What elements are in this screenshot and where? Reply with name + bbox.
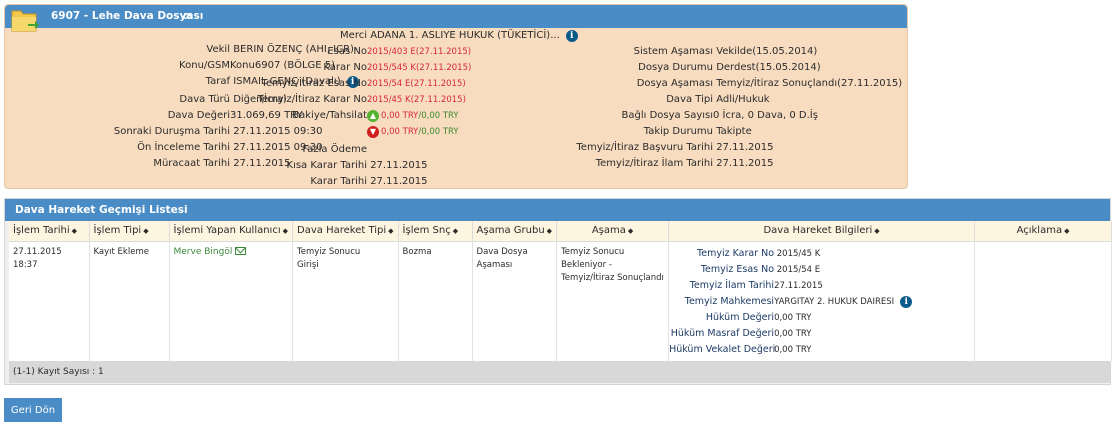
column-header[interactable]: İşlem Tipi ◆: [89, 221, 170, 242]
column-header[interactable]: Aşama ◆: [556, 221, 670, 242]
case-file-title: 6907 - Lehe Dava Dosyası: [51, 10, 204, 22]
column-header[interactable]: Açıklama ◆: [974, 221, 1112, 242]
detail-row: Temyiz Esas No 2015/54 E: [700, 263, 821, 275]
linked-files-label: Bağlı Dosya Sayısı: [621, 110, 713, 121]
sort-icon: ◆: [874, 227, 880, 236]
cell-details: Temyiz Karar No 2015/45 K Temyiz Esas No…: [668, 241, 976, 362]
file-stage-row: Dosya Aşaması Temyiz/İtiraz Sonuçlandı(2…: [5, 77, 903, 91]
file-status-label: Dosya Durumu: [638, 62, 713, 73]
linked-files-row: Bağlı Dosya Sayısı 0 İcra, 0 Dava, 0 D.İş: [5, 109, 818, 123]
case-file-panel: 6907 - Lehe Dava Dosyası Vekil BERIN ÖZE…: [4, 4, 908, 189]
appeal-application-value: 27.11.2015: [716, 142, 774, 153]
sort-icon: ◆: [452, 227, 459, 236]
column-header[interactable]: İşlem Snç ◆: [398, 221, 473, 242]
history-table: İşlem Tarihi ◆ İşlem Tipi ◆ İşlemi Yapan K…: [9, 221, 1112, 362]
sort-icon: ◆: [71, 227, 77, 236]
sort-icon: ◆: [143, 227, 149, 236]
detail-row: Hüküm Vekalet Değeri 0,00 TRY: [669, 343, 812, 355]
link-icon[interactable]: [183, 11, 193, 21]
info-icon[interactable]: i: [900, 295, 913, 308]
table-row[interactable]: 27.11.2015 18:37 Kayıt Ekleme Merve Bingö…: [9, 241, 1112, 362]
column-header[interactable]: İşlem Tarihi ◆: [9, 221, 90, 242]
file-status-row: Dosya Durumu Derdest(15.05.2014): [5, 61, 821, 75]
court-label: Merci: [340, 30, 367, 41]
cell-stage-group: Dava Dosya Aşaması: [472, 241, 558, 362]
sort-icon: ◆: [1064, 227, 1070, 236]
sort-icon: ◆: [546, 227, 553, 236]
detail-row: Hüküm Değeri 0,00 TRY: [705, 311, 812, 323]
cell-type: Kayıt Ekleme: [89, 241, 170, 362]
decision-date-label: Karar Tarihi: [310, 176, 367, 187]
cell-move-type: Temyiz Sonucu Girişi: [292, 241, 399, 362]
cell-description: [974, 241, 1112, 362]
column-header[interactable]: Aşama Grubu ◆: [472, 221, 558, 242]
case-kind-row: Dava Tipi Adli/Hukuk: [5, 93, 770, 107]
linked-files-value: 0 İcra, 0 Dava, 0 D.İş: [713, 110, 818, 121]
appeal-application-row: Temyiz/İtiraz Başvuru Tarihi 27.11.2015: [5, 141, 773, 155]
appeal-application-label: Temyiz/İtiraz Başvuru Tarihi: [576, 142, 713, 153]
history-title: Dava Hareket Geçmişi Listesi: [5, 199, 1110, 221]
cell-stage: Temyiz Sonucu Bekleniyor - Temyiz/İtiraz S…: [556, 241, 670, 362]
sort-icon: ◆: [282, 227, 289, 236]
appeal-judgment-value: 27.11.2015: [716, 158, 774, 169]
file-stage-value: Temyiz/İtiraz Sonuçlandı(27.11.2015): [716, 78, 903, 89]
sort-icon: ◆: [388, 227, 394, 236]
case-kind-label: Dava Tipi: [666, 94, 713, 105]
decision-date-row: Karar Tarihi 27.11.2015: [5, 175, 427, 189]
system-stage-label: Sistem Aşaması: [633, 46, 713, 57]
tracking-status-row: Takip Durumu Takipte: [5, 125, 752, 139]
system-stage-row: Sistem Aşaması Vekilde(15.05.2014): [5, 45, 818, 59]
sort-icon: ◆: [627, 227, 634, 236]
case-kind-value: Adli/Hukuk: [716, 94, 770, 105]
court-row: Merci ADANA 1. ASLIYE HUKUK (TÜKETİCİ)..…: [5, 29, 578, 43]
tracking-status-value: Takipte: [716, 126, 752, 137]
appeal-judgment-label: Temyiz/İtiraz İlam Tarihi: [595, 158, 713, 169]
decision-date-value: 27.11.2015: [370, 176, 428, 187]
detail-row: Temyiz İlam Tarihi 27.11.2015: [689, 279, 823, 291]
user-link[interactable]: Merve Bingöl: [174, 247, 233, 257]
record-count: (1-1) Kayıt Sayısı : 1: [9, 361, 1110, 383]
table-header-row: İşlem Tarihi ◆ İşlem Tipi ◆ İşlemi Yapan K…: [9, 221, 1112, 242]
appeal-judgment-row: Temyiz/İtiraz İlam Tarihi 27.11.2015: [5, 157, 774, 171]
detail-row: Temyiz Karar No 2015/45 K: [697, 247, 821, 259]
mail-icon[interactable]: [235, 247, 247, 255]
tracking-status-label: Takip Durumu: [643, 126, 713, 137]
column-header[interactable]: Dava Hareket Tipi ◆: [292, 221, 399, 242]
info-icon[interactable]: i: [565, 30, 578, 42]
detail-row: Temyiz Mahkemesi YARGITAY 2. HUKUK DAIRES…: [669, 294, 970, 310]
column-header[interactable]: Dava Hareket Bilgileri ◆: [668, 221, 976, 242]
history-panel: Dava Hareket Geçmişi Listesi İşlem Tarih…: [4, 198, 1112, 385]
cell-date: 27.11.2015 18:37: [9, 241, 90, 362]
cell-result: Bozma: [398, 241, 473, 362]
court-value: ADANA 1. ASLIYE HUKUK (TÜKETİCİ)...: [370, 30, 560, 41]
file-status-value: Derdest(15.05.2014): [716, 62, 821, 73]
system-stage-value: Vekilde(15.05.2014): [716, 46, 818, 57]
column-header[interactable]: İşlemi Yapan Kullanıcı ◆: [169, 221, 294, 242]
file-stage-label: Dosya Aşaması: [636, 78, 713, 89]
detail-row: Hüküm Masraf Değeri 0,00 TRY: [670, 327, 812, 339]
back-button[interactable]: Geri Dön: [4, 398, 62, 422]
cell-user: Merve Bingöl: [169, 241, 294, 362]
